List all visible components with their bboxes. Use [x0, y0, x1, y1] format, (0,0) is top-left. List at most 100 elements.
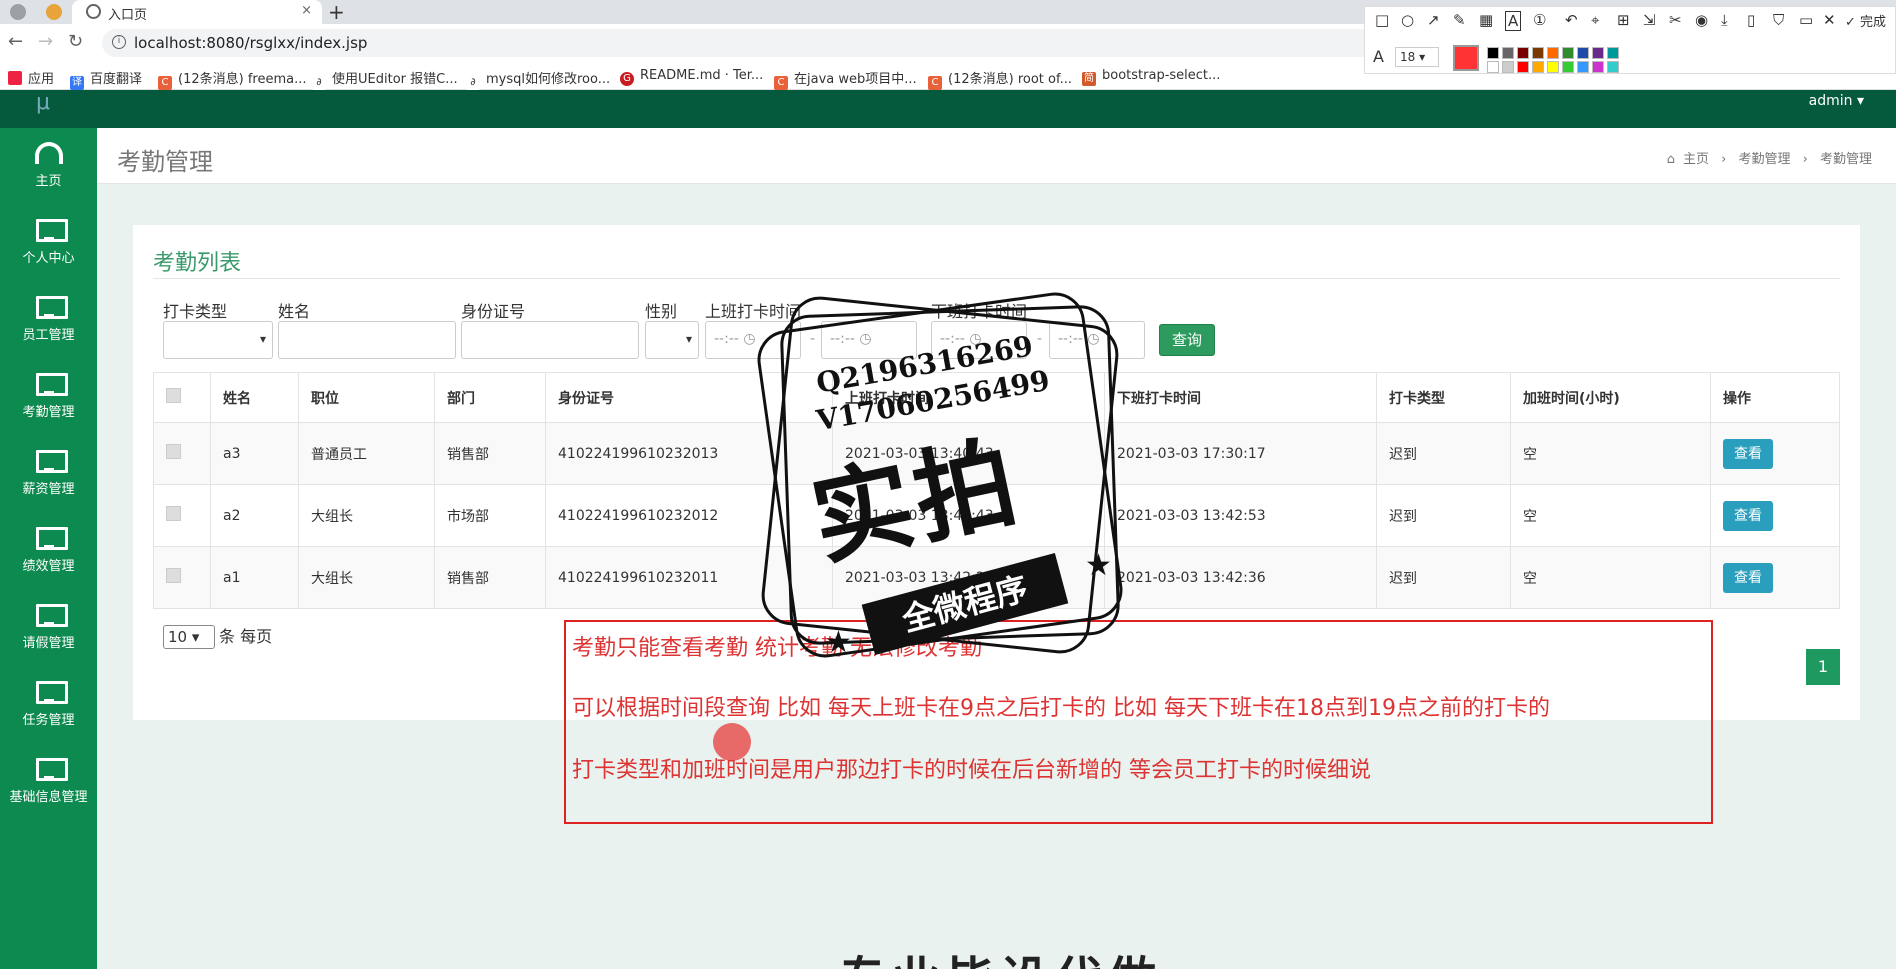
color-swatch[interactable]	[1547, 47, 1559, 59]
page-size-select[interactable]: 10 ▾	[163, 625, 215, 649]
phone-icon[interactable]: ▯	[1747, 11, 1755, 29]
reload-icon[interactable]: ↻	[68, 31, 83, 52]
text-tool-icon[interactable]: A	[1505, 11, 1522, 31]
row-checkbox[interactable]	[166, 568, 181, 583]
col-name[interactable]: 姓名	[210, 372, 299, 423]
color-swatch[interactable]	[1577, 47, 1589, 59]
pagination-page-1[interactable]: 1	[1806, 649, 1840, 685]
color-swatch[interactable]	[1592, 61, 1604, 73]
type-filter-select[interactable]: ▾	[163, 321, 273, 359]
color-swatch[interactable]	[1517, 47, 1529, 59]
sidebar-item-leave[interactable]: 请假管理	[0, 594, 97, 671]
table-row: a2 大组长 市场部 410224199610232012 2021-03-03…	[153, 484, 1840, 547]
breadcrumb-home[interactable]: 主页	[1683, 152, 1709, 167]
bookmark-item[interactable]: ∂ mysql如何修改roo...	[466, 68, 610, 90]
name-filter-input[interactable]	[278, 321, 456, 359]
color-swatch[interactable]	[1532, 61, 1544, 73]
bookmark-item[interactable]: C 在java web项目中...	[774, 68, 917, 90]
pen-tool-icon[interactable]: ✎	[1453, 11, 1466, 29]
sidebar-item-home[interactable]: 主页	[0, 132, 97, 209]
bookmark-apps[interactable]: 应用	[8, 68, 54, 87]
color-swatch[interactable]	[1517, 61, 1529, 73]
current-color-swatch[interactable]	[1453, 45, 1479, 71]
view-button[interactable]: 查看	[1723, 500, 1773, 531]
close-tab-icon[interactable]: ×	[301, 3, 312, 18]
color-swatch[interactable]	[1562, 61, 1574, 73]
ellipse-tool-icon[interactable]: ○	[1401, 11, 1414, 29]
number-tool-icon[interactable]: ①	[1533, 11, 1546, 29]
mosaic-tool-icon[interactable]: ▦	[1479, 11, 1493, 29]
color-swatch[interactable]	[1607, 61, 1619, 73]
sidebar-item-salary[interactable]: 薪资管理	[0, 440, 97, 517]
col-overtime[interactable]: 加班时间(小时)	[1510, 372, 1711, 423]
pin-icon[interactable]: ⌖	[1591, 11, 1599, 29]
sidebar-item-attendance[interactable]: 考勤管理	[0, 363, 97, 440]
undo-icon[interactable]: ↶	[1565, 11, 1578, 29]
row-checkbox[interactable]	[166, 506, 181, 521]
url-input[interactable]: i localhost:8080/rsglxx/index.jsp	[102, 29, 1392, 57]
rectangle-tool-icon[interactable]: □	[1375, 11, 1389, 29]
scroll-capture-icon[interactable]: ⇲	[1643, 11, 1656, 29]
breadcrumb-parent[interactable]: 考勤管理	[1738, 152, 1790, 167]
color-swatch[interactable]	[1592, 47, 1604, 59]
user-menu[interactable]: admin ▾	[1809, 93, 1864, 109]
gender-filter-select[interactable]: ▾	[645, 321, 699, 359]
done-button[interactable]: ✓ 完成	[1845, 11, 1886, 30]
bookmark-item[interactable]: G README.md · Ter...	[620, 68, 763, 86]
translate-tool-icon[interactable]: ✂	[1669, 11, 1682, 29]
col-dept[interactable]: 部门	[434, 372, 546, 423]
bookmark-item[interactable]: 译百度翻译	[70, 68, 142, 90]
sidebar-item-basic-info[interactable]: 基础信息管理	[0, 748, 97, 825]
checkin-end-input[interactable]: --:-- ◷	[821, 321, 917, 359]
record-icon[interactable]: ◉	[1695, 11, 1708, 29]
col-type[interactable]: 打卡类型	[1376, 372, 1511, 423]
col-checkout[interactable]: 下班打卡时间	[1104, 372, 1377, 423]
new-tab-icon[interactable]: +	[328, 0, 345, 24]
back-icon[interactable]: ←	[8, 31, 23, 52]
color-swatch[interactable]	[1502, 61, 1514, 73]
color-swatch[interactable]	[1562, 47, 1574, 59]
id-filter-input[interactable]	[461, 321, 639, 359]
bookmark-item[interactable]: 简 bootstrap-select...	[1082, 68, 1220, 86]
select-all-checkbox[interactable]	[166, 388, 181, 403]
bookmark-item[interactable]: C (12条消息) root of...	[928, 68, 1072, 90]
color-swatch[interactable]	[1577, 61, 1589, 73]
checkout-end-input[interactable]: --:-- ◷	[1049, 321, 1145, 359]
arrow-tool-icon[interactable]: ↗	[1427, 11, 1440, 29]
forward-icon[interactable]: →	[38, 31, 53, 52]
pin-window-icon[interactable]: ▭	[1799, 11, 1813, 29]
color-swatch[interactable]	[1502, 47, 1514, 59]
bookmark-item[interactable]: ∂ 使用UEditor 报错C...	[312, 68, 458, 90]
view-button[interactable]: 查看	[1723, 562, 1773, 593]
query-button[interactable]: 查询	[1159, 324, 1215, 356]
sidebar-item-tasks[interactable]: 任务管理	[0, 671, 97, 748]
ocr-icon[interactable]: ⊞	[1617, 11, 1630, 29]
sidebar-item-employees[interactable]: 员工管理	[0, 286, 97, 363]
col-position[interactable]: 职位	[298, 372, 435, 423]
download-icon[interactable]: ⤓	[1721, 11, 1728, 29]
checkin-start-input[interactable]: --:-- ◷	[705, 321, 801, 359]
col-idcard[interactable]: 身份证号	[545, 372, 833, 423]
chrome-icon[interactable]	[46, 4, 62, 20]
color-swatch[interactable]	[1547, 61, 1559, 73]
page-title: 考勤管理	[117, 148, 213, 176]
browser-icon[interactable]	[10, 4, 26, 20]
font-size-select[interactable]: 18 ▾	[1395, 47, 1439, 67]
col-checkin[interactable]: 上班打卡时间	[832, 372, 1105, 423]
sidebar-item-profile[interactable]: 个人中心	[0, 209, 97, 286]
page-size-control: 10 ▾ 条 每页	[163, 623, 272, 649]
view-button[interactable]: 查看	[1723, 438, 1773, 469]
info-icon[interactable]: i	[112, 35, 126, 49]
color-swatch[interactable]	[1487, 47, 1499, 59]
checkout-start-input[interactable]: --:-- ◷	[931, 321, 1027, 359]
color-swatch[interactable]	[1532, 47, 1544, 59]
sidebar-item-performance[interactable]: 绩效管理	[0, 517, 97, 594]
color-swatch[interactable]	[1607, 47, 1619, 59]
row-checkbox[interactable]	[166, 444, 181, 459]
bookmark-tool-icon[interactable]: ⛉	[1773, 11, 1784, 29]
browser-tab[interactable]: 入口页 ×	[72, 0, 322, 24]
app-logo[interactable]: μ	[36, 90, 50, 115]
color-swatch[interactable]	[1487, 61, 1499, 73]
bookmark-item[interactable]: C (12条消息) freema...	[158, 68, 306, 90]
close-icon[interactable]: ✕	[1823, 11, 1836, 29]
